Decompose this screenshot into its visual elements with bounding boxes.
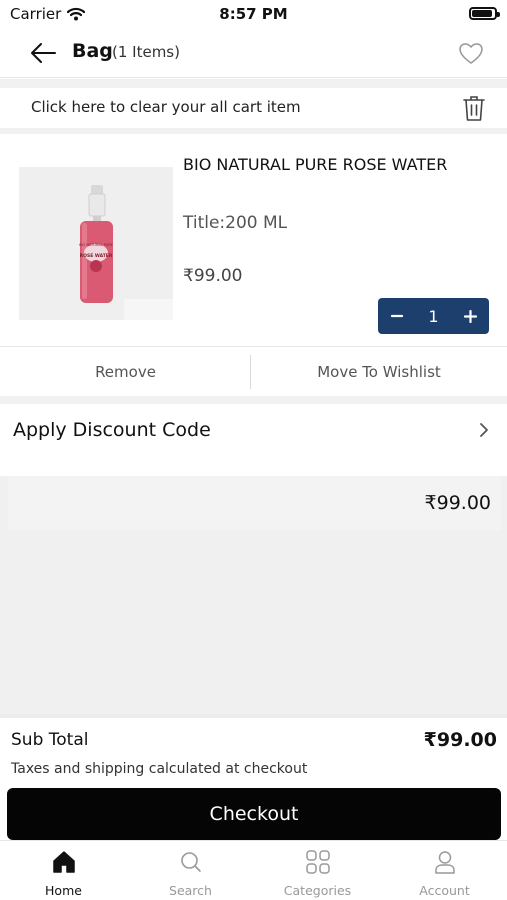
checkout-button[interactable]: Checkout (7, 788, 501, 840)
cart-item-actions: Remove Move To Wishlist (0, 346, 507, 396)
categories-icon (305, 850, 330, 874)
bottle-brand-text: BIO NATURAL PURE (79, 243, 113, 247)
separator (0, 79, 507, 88)
subtotal-label: Sub Total (11, 730, 89, 750)
search-icon (180, 852, 201, 872)
rose-water-bottle-image: BIO NATURAL PURE ROSE WATER (19, 167, 173, 320)
home-icon (52, 851, 75, 873)
heart-icon (459, 43, 483, 64)
order-summary: ₹99.00 (0, 476, 507, 714)
wishlist-button[interactable] (457, 39, 485, 67)
tab-search-label: Search (169, 883, 212, 898)
summary-total-row: ₹99.00 (8, 476, 501, 530)
minus-icon (390, 314, 403, 318)
subtotal-value: ₹99.00 (423, 729, 497, 751)
status-bar: Carrier 8:57 PM (0, 0, 507, 28)
tab-bar: Home Search Categories Account (0, 840, 507, 900)
remove-button[interactable]: Remove (0, 347, 251, 397)
trash-icon (463, 96, 485, 121)
product-price: ₹99.00 (183, 266, 243, 286)
checkout-footer: Sub Total ₹99.00 Taxes and shipping calc… (0, 714, 507, 840)
clear-cart-bar[interactable]: Click here to clear your all cart item (0, 88, 507, 128)
battery-level (472, 10, 492, 17)
chevron-right-icon (480, 423, 488, 437)
clear-cart-button[interactable] (461, 94, 487, 122)
status-time: 8:57 PM (219, 5, 288, 23)
product-image[interactable]: BIO NATURAL PURE ROSE WATER (19, 167, 173, 320)
tab-categories-label: Categories (283, 883, 352, 898)
back-arrow-icon (31, 43, 56, 63)
product-variant: Title:200 ML (183, 213, 288, 233)
decrease-quantity-button[interactable] (378, 298, 415, 334)
tab-search[interactable]: Search (127, 841, 254, 900)
apply-discount-label: Apply Discount Code (13, 419, 211, 441)
back-button[interactable] (28, 38, 58, 68)
tab-account-label: Account (419, 883, 470, 898)
tab-home[interactable]: Home (0, 841, 127, 900)
cart-item: BIO NATURAL PURE ROSE WATER BIO NATURAL … (0, 134, 507, 346)
item-count: (1 Items) (112, 43, 180, 61)
tab-home-label: Home (45, 883, 82, 898)
clear-cart-text[interactable]: Click here to clear your all cart item (31, 98, 301, 116)
tax-note: Taxes and shipping calculated at checkou… (11, 761, 308, 777)
plus-icon (464, 309, 477, 323)
move-to-wishlist-button[interactable]: Move To Wishlist (251, 347, 507, 397)
bottle-product-text: ROSE WATER (80, 253, 113, 259)
increase-quantity-button[interactable] (452, 298, 489, 334)
tab-account[interactable]: Account (381, 841, 507, 900)
summary-total: ₹99.00 (424, 492, 491, 514)
separator (0, 396, 507, 404)
quantity-value: 1 (428, 306, 439, 326)
quantity-stepper: 1 (378, 298, 489, 334)
app-header: Bag (1 Items) (0, 28, 507, 78)
product-name[interactable]: BIO NATURAL PURE ROSE WATER (183, 155, 447, 174)
battery-icon (469, 7, 500, 20)
apply-discount-row[interactable]: Apply Discount Code (0, 404, 507, 476)
tab-categories[interactable]: Categories (254, 841, 381, 900)
page-title: Bag (72, 40, 113, 62)
account-icon (434, 851, 455, 874)
